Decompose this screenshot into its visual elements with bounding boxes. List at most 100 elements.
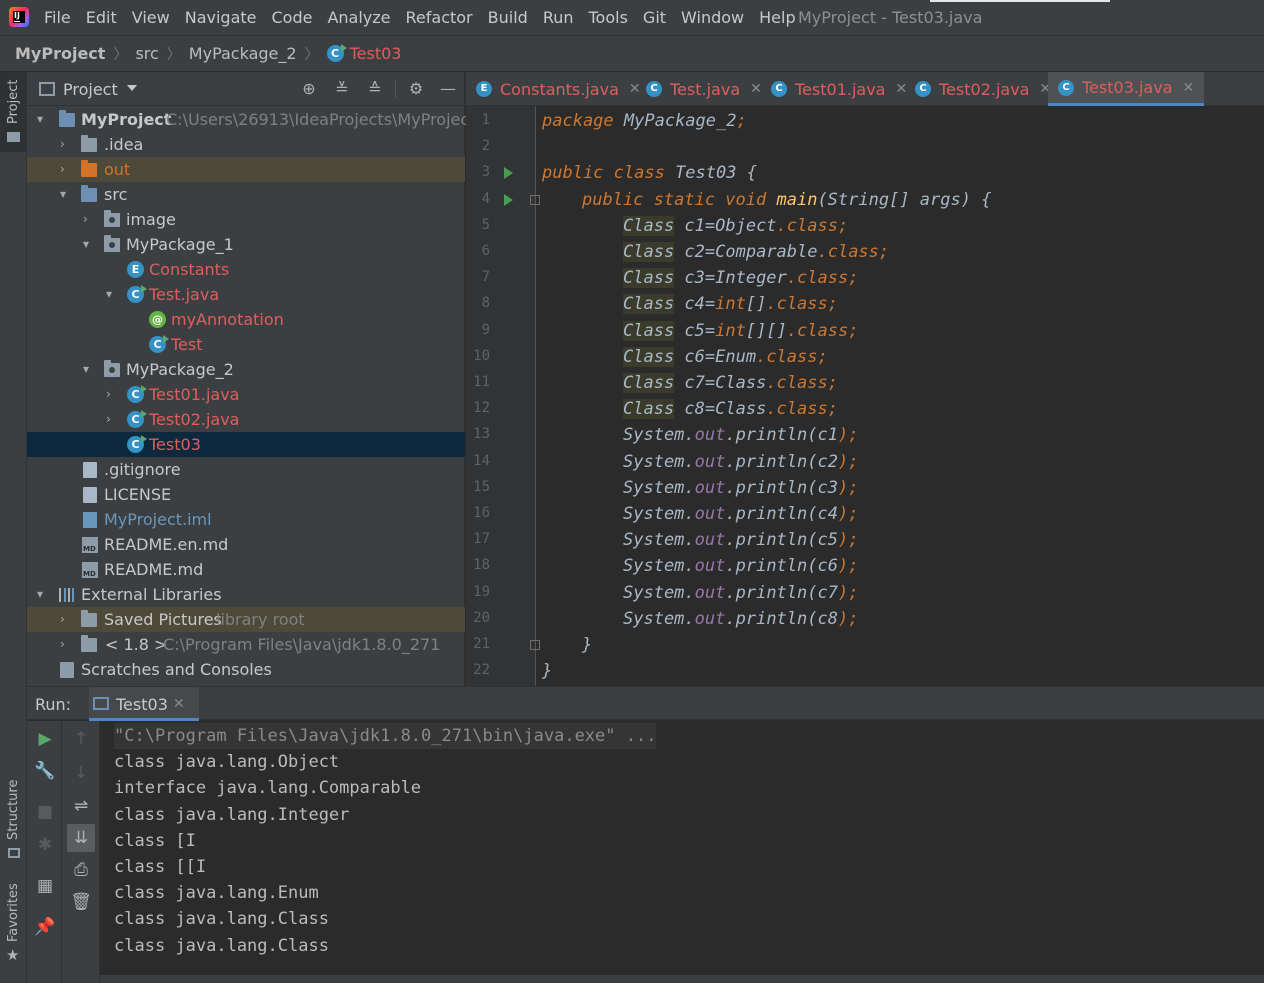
tree-item-test-java[interactable]: ▾ C Test.java xyxy=(27,282,465,307)
tree-item-saved-pictures[interactable]: › Saved Pictures library root xyxy=(27,607,465,632)
code-line[interactable]: Class c4=int[].class; xyxy=(623,291,838,317)
tab-test01-java[interactable]: C Test01.java ✕ xyxy=(771,72,907,106)
breadcrumb-project[interactable]: MyProject xyxy=(15,44,105,63)
tree-item-readme[interactable]: MD README.md xyxy=(27,557,465,582)
soft-wrap-icon[interactable]: ⇌ xyxy=(70,795,92,817)
code-line[interactable]: Class c6=Enum.class; xyxy=(623,344,828,370)
tree-item-myannotation[interactable]: @ myAnnotation xyxy=(27,307,465,332)
horizontal-scrollbar[interactable] xyxy=(100,975,1264,983)
menu-navigate[interactable]: Navigate xyxy=(185,8,257,27)
tree-item-constants[interactable]: E Constants xyxy=(27,257,465,282)
chevron-down-icon[interactable]: ▾ xyxy=(83,357,95,382)
tool-tab-project[interactable]: Project xyxy=(0,72,27,152)
chevron-down-icon[interactable]: ▾ xyxy=(37,107,49,132)
menu-run[interactable]: Run xyxy=(543,8,574,27)
tree-item-gitignore[interactable]: .gitignore xyxy=(27,457,465,482)
gear-icon[interactable]: ⚙ xyxy=(406,79,426,99)
breadcrumb-file[interactable]: C Test03 xyxy=(326,44,401,63)
tab-test-java[interactable]: C Test.java ✕ xyxy=(646,72,762,106)
arrow-down-icon[interactable]: ↓ xyxy=(70,762,92,784)
tree-item-test01-java[interactable]: › C Test01.java xyxy=(27,382,465,407)
code-line[interactable]: System.out.println(c5); xyxy=(623,527,858,553)
menu-build[interactable]: Build xyxy=(488,8,528,27)
chevron-right-icon[interactable]: › xyxy=(60,607,72,632)
tree-item-scratches[interactable]: Scratches and Consoles xyxy=(27,657,465,682)
tree-item-external-libraries[interactable]: ▾ External Libraries xyxy=(27,582,465,607)
code-line[interactable]: Class c2=Comparable.class; xyxy=(623,239,889,265)
menu-code[interactable]: Code xyxy=(272,8,313,27)
tree-item-src[interactable]: ▾ src xyxy=(27,182,465,207)
rerun-icon[interactable]: ▶ xyxy=(34,728,56,750)
chevron-down-icon[interactable] xyxy=(127,85,137,91)
chevron-right-icon[interactable]: › xyxy=(60,632,72,657)
menu-file[interactable]: File xyxy=(44,8,71,27)
code-line[interactable]: Class c8=Class.class; xyxy=(623,396,838,422)
pin-icon[interactable]: 📌 xyxy=(34,916,56,938)
run-gutter-icon[interactable] xyxy=(504,193,513,206)
print-icon[interactable]: ⎙ xyxy=(70,859,92,881)
breadcrumb-src[interactable]: src xyxy=(135,44,158,63)
chevron-down-icon[interactable]: ▾ xyxy=(83,232,95,257)
trash-icon[interactable]: 🗑 xyxy=(70,891,92,913)
code-line[interactable]: System.out.println(c3); xyxy=(623,475,858,501)
code-line[interactable]: System.out.println(c8); xyxy=(623,606,858,632)
tree-item-jdk[interactable]: › < 1.8 > C:\Program Files\Java\jdk1.8.0… xyxy=(27,632,465,657)
close-icon[interactable]: ✕ xyxy=(173,696,185,712)
code-line[interactable]: public static void main(String[] args) { xyxy=(582,187,991,213)
code-line[interactable]: Class c5=int[][].class; xyxy=(623,318,858,344)
tree-item-test[interactable]: C Test xyxy=(27,332,465,357)
stop-icon[interactable]: ■ xyxy=(34,801,56,823)
chevron-right-icon[interactable]: › xyxy=(106,382,118,407)
fold-icon[interactable] xyxy=(530,640,540,650)
locate-icon[interactable]: ⊕ xyxy=(299,79,319,99)
chevron-down-icon[interactable]: ▾ xyxy=(106,282,118,307)
wrench-icon[interactable]: 🔧 xyxy=(34,760,56,782)
menu-help[interactable]: Help xyxy=(759,8,795,27)
debug-settings-icon[interactable]: ✱ xyxy=(34,834,56,856)
code-line[interactable]: System.out.println(c1); xyxy=(623,422,858,448)
code-line[interactable]: System.out.println(c2); xyxy=(623,449,858,475)
tree-item-myproject-iml[interactable]: MyProject.iml xyxy=(27,507,465,532)
breadcrumb-package[interactable]: MyPackage_2 xyxy=(189,44,297,63)
chevron-right-icon[interactable]: › xyxy=(106,407,118,432)
tree-item-out[interactable]: › out xyxy=(27,157,465,182)
tree-item-image[interactable]: › image xyxy=(27,207,465,232)
code-editor[interactable]: 1 2 3 4 5 6 7 8 9 10 11 12 13 14 15 16 17 18 19 20 21 22 pack… xyxy=(466,106,1264,686)
console-output[interactable]: "C:\Program Files\Java\jdk1.8.0_271\bin\… xyxy=(100,721,1264,983)
code-line[interactable]: System.out.println(c7); xyxy=(623,580,858,606)
code-line[interactable]: } xyxy=(582,632,592,658)
tree-item-license[interactable]: LICENSE xyxy=(27,482,465,507)
code-line[interactable]: System.out.println(c4); xyxy=(623,501,858,527)
run-gutter-icon[interactable] xyxy=(504,167,513,180)
fold-icon[interactable] xyxy=(530,194,540,205)
tree-item-idea[interactable]: › .idea xyxy=(27,132,465,157)
code-line[interactable]: Class c7=Class.class; xyxy=(623,370,838,396)
chevron-right-icon[interactable]: › xyxy=(60,157,72,182)
menu-git[interactable]: Git xyxy=(643,8,666,27)
menu-view[interactable]: View xyxy=(132,8,170,27)
layout-icon[interactable]: ▦ xyxy=(34,875,56,897)
code-line[interactable]: package MyPackage_2; xyxy=(542,108,747,134)
scroll-to-end-icon[interactable]: ⇊ xyxy=(67,824,95,852)
collapse-all-icon[interactable]: ≙ xyxy=(365,79,385,99)
menu-refactor[interactable]: Refactor xyxy=(406,8,473,27)
tab-test03-java[interactable]: C Test03.java ✕ xyxy=(1048,72,1205,106)
menu-analyze[interactable]: Analyze xyxy=(327,8,390,27)
tool-tab-favorites[interactable]: Favorites ★ xyxy=(0,882,27,982)
expand-all-icon[interactable]: ≚ xyxy=(332,79,352,99)
project-panel-title[interactable]: Project xyxy=(63,80,118,99)
tree-item-test03[interactable]: C Test03 xyxy=(27,432,465,457)
code-line[interactable]: Class c1=Object.class; xyxy=(623,213,848,239)
chevron-right-icon[interactable]: › xyxy=(83,207,95,232)
close-icon[interactable]: ✕ xyxy=(1182,80,1194,96)
tree-item-test02-java[interactable]: › C Test02.java xyxy=(27,407,465,432)
close-icon[interactable]: ✕ xyxy=(629,81,641,97)
arrow-up-icon[interactable]: ↑ xyxy=(70,728,92,750)
tree-item-mypackage-1[interactable]: ▾ MyPackage_1 xyxy=(27,232,465,257)
chevron-down-icon[interactable]: ▾ xyxy=(60,182,72,207)
tab-test02-java[interactable]: C Test02.java ✕ xyxy=(915,72,1051,106)
code-line[interactable]: System.out.println(c6); xyxy=(623,553,858,579)
code-line[interactable]: public class Test03 { xyxy=(542,160,757,186)
chevron-down-icon[interactable]: ▾ xyxy=(37,582,49,607)
menu-window[interactable]: Window xyxy=(681,8,744,27)
